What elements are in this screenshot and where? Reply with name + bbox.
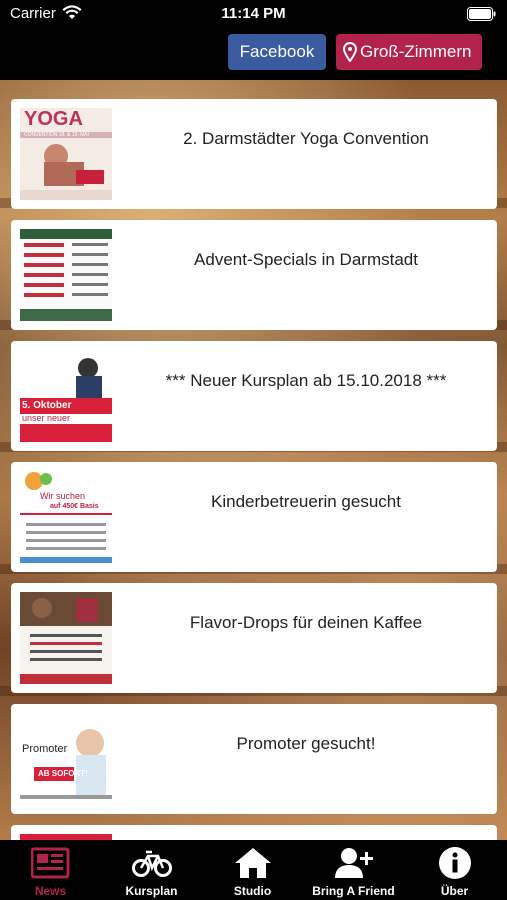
news-card[interactable]	[11, 825, 497, 840]
coffee-thumbnail-image	[20, 592, 112, 684]
battery-icon	[467, 7, 496, 21]
thumb-heading: 5. Oktober	[22, 400, 72, 411]
tab-label: Über	[440, 884, 469, 898]
tab-label: News	[34, 884, 67, 898]
news-list[interactable]: YOGA CONVENTION 18. & 19. MAI 2. Darmstä…	[0, 80, 507, 840]
tab-label: Kursplan	[125, 884, 178, 898]
thumb-subheading: unser neuer	[22, 413, 71, 423]
status-time: 11:14 PM	[221, 5, 286, 22]
news-thumbnail	[20, 229, 112, 321]
tab-label: Bring A Friend	[312, 884, 395, 898]
add-user-icon	[334, 848, 373, 878]
news-title: *** Neuer Kursplan ab 15.10.2018 ***	[165, 371, 447, 390]
tab-kursplan[interactable]: Kursplan	[101, 840, 202, 900]
thumb-subheading: CONVENTION 18. & 19. MAI	[24, 132, 90, 138]
promoter-thumbnail-image	[20, 713, 112, 805]
newspaper-icon	[30, 847, 69, 879]
news-title: Promoter gesucht!	[236, 734, 376, 753]
kursplan-thumbnail-image	[20, 350, 112, 442]
news-thumbnail	[20, 592, 112, 684]
news-card[interactable]: YOGA CONVENTION 18. & 19. MAI 2. Darmstä…	[11, 99, 497, 209]
news-card[interactable]: Advent-Specials in Darmstadt	[11, 220, 497, 330]
news-card[interactable]: Promoter AB SOFORT! Promoter gesucht!	[11, 704, 497, 814]
news-title: 2. Darmstädter Yoga Convention	[183, 129, 429, 148]
thumb-subheading: AB SOFORT!	[38, 769, 88, 778]
news-title: Kinderbetreuerin gesucht	[211, 492, 401, 511]
tab-bring-a-friend[interactable]: Bring A Friend	[303, 840, 404, 900]
tab-label: Studio	[233, 884, 272, 898]
tab-studio[interactable]: Studio	[202, 840, 303, 900]
news-thumbnail: 5. Oktober unser neuer	[20, 350, 112, 442]
location-label: Groß-Zimmern	[360, 42, 472, 61]
news-card[interactable]: Flavor-Drops für deinen Kaffee	[11, 583, 497, 693]
facebook-button[interactable]: Facebook	[228, 34, 326, 70]
news-thumbnail: Promoter AB SOFORT!	[20, 713, 112, 805]
news-card[interactable]: 5. Oktober unser neuer *** Neuer Kurspla…	[11, 341, 497, 451]
news-title: Advent-Specials in Darmstadt	[194, 250, 418, 269]
info-icon	[438, 847, 471, 879]
news-thumbnail: Wir suchen auf 450€ Basis	[20, 471, 112, 563]
tab-news[interactable]: News	[0, 840, 101, 900]
thumb-subheading: auf 450€ Basis	[50, 503, 99, 510]
kinderbetreuerin-thumbnail-image	[20, 471, 112, 563]
location-pin-icon	[342, 42, 358, 62]
thumb-heading: Promoter	[22, 743, 68, 755]
tab-uber[interactable]: Über	[404, 840, 505, 900]
bicycle-icon	[131, 850, 172, 877]
thumb-heading: Wir suchen	[40, 491, 86, 501]
news-thumbnail: YOGA CONVENTION 18. & 19. MAI	[20, 108, 112, 200]
tab-bar: News Kursplan Studio Bring A Friend Über	[0, 840, 507, 900]
location-button[interactable]: Groß-Zimmern	[336, 34, 482, 70]
house-icon	[234, 848, 271, 878]
thumb-heading: YOGA	[24, 108, 83, 130]
nav-bar: Facebook Groß-Zimmern	[0, 28, 507, 80]
status-bar: Carrier 11:14 PM	[0, 0, 507, 28]
news-card[interactable]: Wir suchen auf 450€ Basis Kinderbetreuer…	[11, 462, 497, 572]
advent-thumbnail-image	[20, 229, 112, 321]
news-title: Flavor-Drops für deinen Kaffee	[189, 613, 423, 632]
